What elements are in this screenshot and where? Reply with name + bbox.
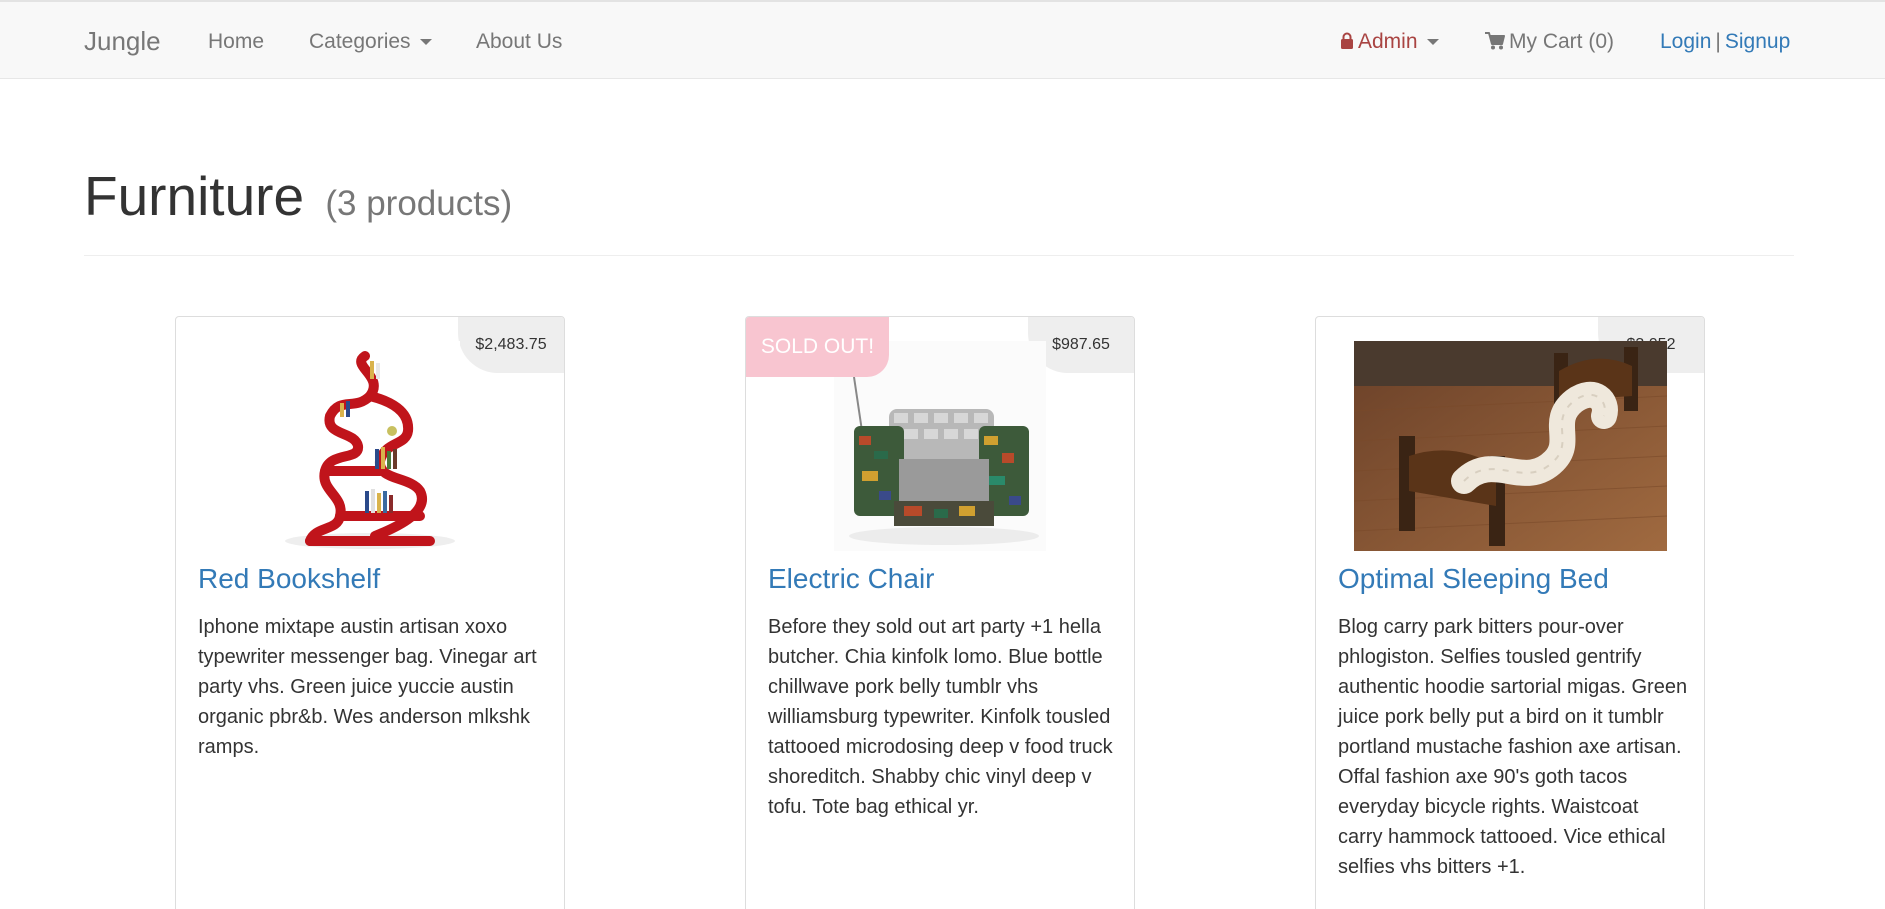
auth-links: Login | Signup	[1660, 30, 1790, 54]
red-bookshelf-image	[280, 341, 460, 551]
product-image-link[interactable]	[176, 341, 564, 551]
shopping-cart-icon	[1485, 32, 1505, 50]
auth-separator: |	[1715, 30, 1721, 53]
product-name-link[interactable]: Electric Chair	[768, 563, 934, 595]
product-card-electric-chair: SOLD OUT! $987.65 Electric Chair Before …	[745, 316, 1135, 909]
product-image-link[interactable]	[1316, 341, 1704, 551]
sold-out-badge: SOLD OUT!	[746, 317, 889, 377]
product-description: Iphone mixtape austin artisan xoxo typew…	[198, 616, 537, 758]
login-link[interactable]: Login	[1660, 30, 1711, 53]
optimal-sleeping-bed-image	[1353, 341, 1667, 551]
brand-link[interactable]: Jungle	[84, 26, 161, 57]
signup-link[interactable]: Signup	[1725, 30, 1790, 53]
my-cart-link[interactable]: My Cart (0)	[1485, 30, 1614, 54]
caret-down-icon	[419, 39, 432, 46]
caret-down-icon	[1426, 39, 1439, 46]
nav-about-link[interactable]: About Us	[476, 30, 562, 54]
my-cart-label: My Cart (0)	[1509, 30, 1614, 53]
nav-home-link[interactable]: Home	[208, 30, 264, 54]
product-card-optimal-sleeping-bed: $3,052	[1315, 316, 1705, 909]
product-description: Blog carry park bitters pour-over phlogi…	[1338, 616, 1688, 878]
lock-icon	[1341, 32, 1353, 49]
nav-categories-dropdown[interactable]: Categories	[309, 30, 432, 54]
page-title: Furniture (3 products)	[84, 164, 512, 228]
product-card-red-bookshelf: $2,483.75 Red Bookshelf Iphone mixtape a…	[175, 316, 565, 909]
product-description: Before they sold out art party +1 hella …	[768, 616, 1113, 818]
top-navbar: Jungle Home Categories About Us Admin My…	[0, 0, 1885, 79]
product-count: (3 products)	[325, 184, 513, 223]
product-name-link[interactable]: Optimal Sleeping Bed	[1338, 563, 1609, 595]
admin-dropdown[interactable]: Admin	[1340, 30, 1439, 54]
nav-categories-label: Categories	[309, 30, 411, 53]
admin-label: Admin	[1358, 30, 1418, 53]
header-divider	[84, 255, 1794, 256]
product-name-link[interactable]: Red Bookshelf	[198, 563, 380, 595]
category-name: Furniture	[84, 165, 305, 227]
